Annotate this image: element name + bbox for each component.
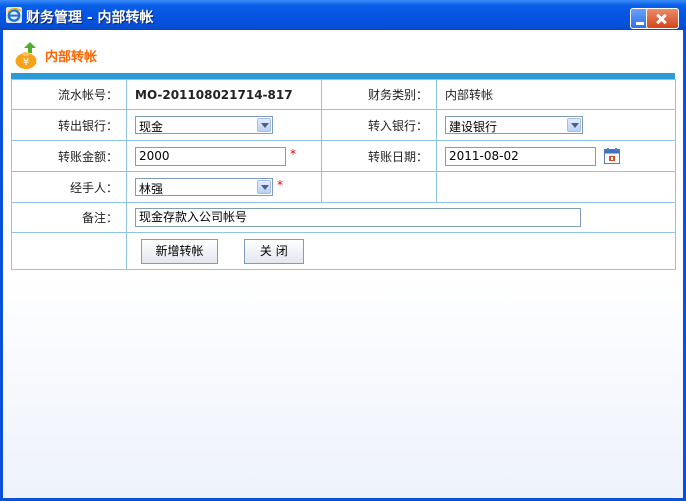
svg-text:¥: ¥	[23, 57, 29, 68]
in-bank-select[interactable]: 建设银行	[445, 116, 583, 134]
empty-cell	[321, 171, 437, 203]
chevron-down-icon[interactable]	[257, 180, 271, 194]
empty-cell	[11, 232, 127, 270]
category-label: 财务类别：	[321, 79, 437, 110]
close-window-button[interactable]	[646, 8, 679, 29]
out-bank-label: 转出银行：	[11, 109, 127, 141]
form-row-serial: 流水帐号： MO-201108021714-817 财务类别： 内部转帐	[11, 79, 676, 110]
money-bag-icon: ¥	[15, 42, 37, 69]
form-row-actions: 新增转帐 关 闭	[11, 232, 676, 270]
date-input[interactable]: 2011-08-02	[445, 146, 596, 166]
form-row-remark: 备注： 现金存款入公司帐号	[11, 202, 676, 233]
chevron-down-icon[interactable]	[567, 118, 581, 132]
form-row-amount-date: 转账金额： 2000 * 转账日期： 2011-08-02	[11, 140, 676, 172]
out-bank-selected: 现金	[139, 120, 164, 134]
required-mark: *	[277, 178, 283, 192]
ie-app-icon	[6, 7, 22, 23]
empty-cell	[436, 171, 676, 203]
handler-select[interactable]: 林强	[135, 178, 273, 196]
date-label: 转账日期：	[321, 140, 437, 172]
chevron-down-icon[interactable]	[257, 118, 271, 132]
transfer-form: 流水帐号： MO-201108021714-817 财务类别： 内部转帐 转出银…	[11, 79, 676, 270]
in-bank-label: 转入银行：	[321, 109, 437, 141]
title-bar[interactable]: 财务管理 - 内部转帐	[0, 0, 686, 30]
serial-value: MO-201108021714-817	[126, 79, 322, 110]
handler-selected: 林强	[139, 182, 164, 196]
out-bank-select[interactable]: 现金	[135, 116, 273, 134]
category-value: 内部转帐	[436, 79, 676, 110]
window-title: 财务管理 - 内部转帐	[26, 10, 154, 26]
close-button[interactable]: 关 闭	[243, 238, 304, 264]
serial-label: 流水帐号：	[11, 79, 127, 110]
form-row-banks: 转出银行： 现金 转入银行： 建设银行	[11, 109, 676, 141]
amount-label: 转账金额：	[11, 140, 127, 172]
amount-input[interactable]: 2000	[135, 146, 286, 166]
in-bank-selected: 建设银行	[449, 120, 498, 134]
form-row-handler: 经手人： 林强 *	[11, 171, 676, 203]
page-title: 内部转帐	[45, 50, 98, 65]
required-mark: *	[290, 146, 296, 161]
remark-input[interactable]: 现金存款入公司帐号	[135, 208, 581, 227]
remark-label: 备注：	[11, 202, 127, 233]
handler-label: 经手人：	[11, 171, 127, 203]
calendar-icon[interactable]	[603, 148, 620, 164]
add-transfer-button[interactable]: 新增转帐	[141, 238, 218, 264]
